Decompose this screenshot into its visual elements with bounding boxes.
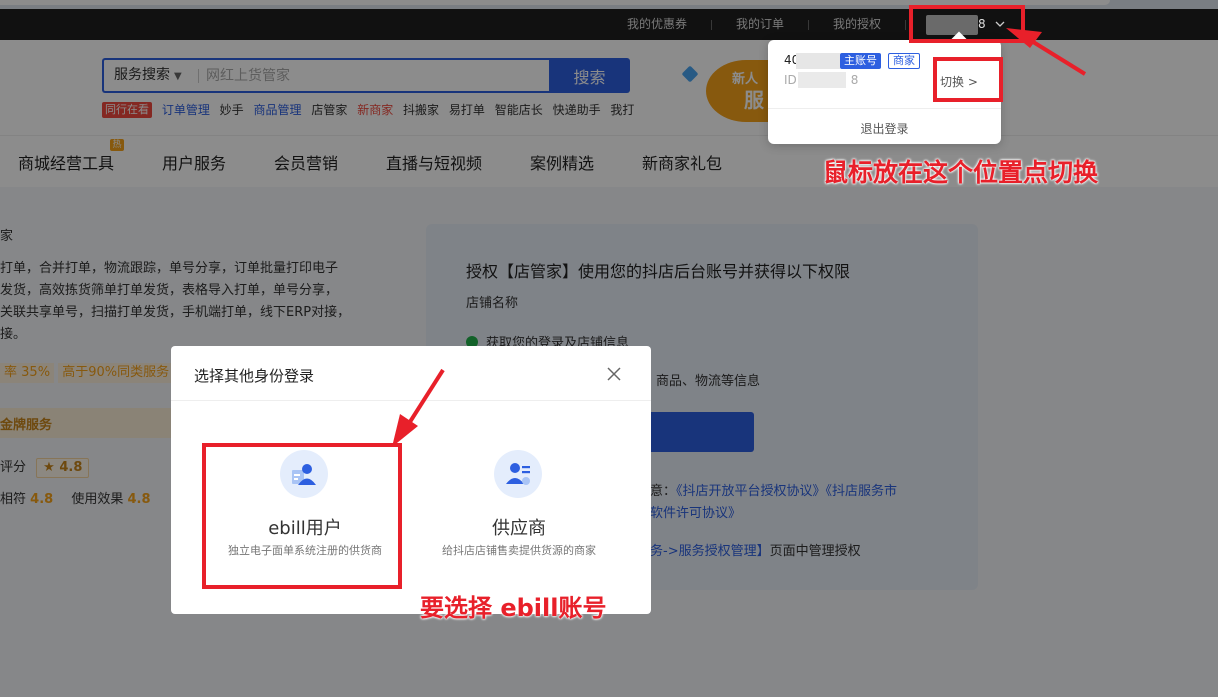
annotation-arrows — [392, 28, 1087, 447]
switch-hint-annotation: 鼠标放在这个位置点切换 — [823, 158, 1099, 187]
arrow-icon — [1006, 28, 1087, 76]
ebill-hint-annotation: 要选择 ebill账号 — [420, 594, 607, 622]
arrow-icon — [392, 368, 445, 447]
